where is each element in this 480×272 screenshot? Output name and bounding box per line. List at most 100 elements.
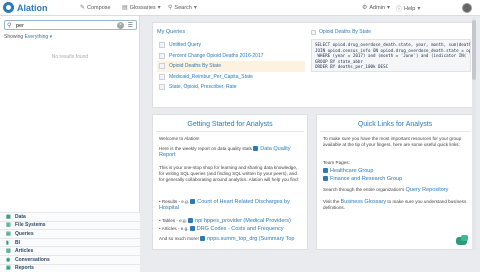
more-link[interactable]: npps.summ_top_drg (Summary Top [207,236,294,242]
top-navigation-bar: Alation ✎ Compose ▤ Glossaries ▾ ⚲ Searc… [0,0,480,16]
sidebar-item-file-systems[interactable]: ▥ File Systems [0,220,140,230]
bi-icon: ▮ [6,239,9,246]
search-icon: ⚲ [7,23,12,29]
no-results-message: No results found [51,54,89,60]
compose-icon: ✎ [80,5,86,11]
glossary-line: Visit the Business Glossary to make sure… [323,199,469,211]
more-line: And so much more! npps.summ_top_drg (Sum… [159,236,303,242]
chevron-down-icon: ▾ [193,5,197,11]
query-preview-title: Opioid Deaths By State [319,29,371,35]
file-systems-icon: ▥ [6,222,11,229]
glossary-icon: ▤ [122,5,128,11]
report-icon [253,146,259,152]
reports-icon: ▣ [6,265,11,272]
search-value: per [16,23,24,29]
glossaries-nav[interactable]: ▤ Glossaries ▾ [122,4,161,12]
sidebar-item-conversations[interactable]: ◉ Conversations [0,254,140,264]
search-org-text: Search through the entire organization's [323,187,405,192]
quick-links-card: Quick Links for Analysts To make sure yo… [316,114,474,250]
page-scrollbar[interactable] [472,18,476,250]
results-label: Results - e.g. [161,199,189,204]
sidebar-item-data[interactable]: ▦ Data [0,212,140,221]
getting-started-title: Getting Started for Analysts [187,121,273,128]
showing-filter-dropdown[interactable]: Everything [25,34,49,40]
query-label: State, Opioid, Prescriber, Rate [169,84,237,91]
user-avatar[interactable] [462,3,472,13]
query-item-selected[interactable]: Opioid Deaths By State [157,61,305,72]
finance-research-group-link[interactable]: Finance and Research Group [330,176,402,182]
weekly-report-text: Here is the weekly report on data qualit… [159,146,303,158]
search-nav[interactable]: ⚲ Search ▾ [168,4,197,12]
sidebar-item-bi[interactable]: ▮ BI [0,237,140,247]
query-item[interactable]: Percent Change Opioid Deaths 2016-2017 [157,51,305,62]
more-label: And so much more! [159,236,199,241]
chevron-down-icon: ▾ [386,5,390,11]
table-icon [200,236,206,242]
tables-label: Tables - e.g. [161,218,187,223]
articles-label: Articles - e.g. [161,226,189,231]
sidebar-item-reports[interactable]: ▣ Reports [0,263,140,272]
chevron-down-icon: ▾ [157,5,161,11]
sidebar-item-label: Reports [15,265,34,272]
table-icon [188,218,194,224]
quick-links-intro: To make sure you have the most important… [323,136,462,147]
glossaries-label: Glossaries [129,4,156,11]
conversations-icon: ◉ [6,256,11,263]
query-repository-link[interactable]: Query Repository [406,187,449,193]
help-nav[interactable]: ⓘ Help ▾ [396,4,421,14]
alation-logo[interactable]: Alation [3,2,48,13]
scrollbar-thumb[interactable] [472,20,476,80]
chat-icon[interactable] [456,235,468,245]
sidebar-nav: ▦ Data ▥ File Systems ▤ Queries ▮ BI ▧ Articl… [0,212,140,272]
search-options-icon[interactable]: ☰ [128,22,133,29]
query-label: Untitled Query [169,42,201,49]
article-icon [323,176,328,182]
query-label: Medicaid_Reimbur_Per_Capita_State [169,73,253,80]
help-label: Help [404,5,416,12]
welcome-text: Welcome to Alation! [159,136,200,141]
sidebar-item-label: Data [15,213,26,220]
query-item[interactable]: Medicaid_Reimbur_Per_Capita_State [157,72,305,83]
query-icon [159,73,165,80]
admin-label: Admin [369,4,385,11]
admin-nav[interactable]: ⚙ Admin ▾ [362,4,390,12]
query-item[interactable]: Untitled Query [157,40,305,51]
query-item[interactable]: State, Opioid, Prescriber, Rate [157,82,305,93]
query-label: Percent Change Opioid Deaths 2016-2017 [169,52,264,59]
gear-icon: ⚙ [362,5,368,11]
quick-links-title: Quick Links for Analysts [357,121,433,128]
query-label: Opioid Deaths By State [169,63,221,70]
sql-line: SELECT opiod.drug_overdose_death.state, … [315,42,471,47]
compose-nav[interactable]: ✎ Compose [80,4,111,12]
query-icon [311,29,316,35]
sidebar-item-queries[interactable]: ▤ Queries [0,229,140,238]
clear-search-icon[interactable]: × [117,22,124,29]
divider [156,131,304,132]
business-glossary-link[interactable]: Business Glossary [341,199,387,205]
query-preview-panel: Opioid Deaths By State SELECT opiod.drug… [311,29,471,107]
queries-icon: ▤ [6,230,11,237]
sidebar-item-label: BI [15,239,20,246]
tables-link[interactable]: npi hppes_provider (Medical Providers) [195,218,291,224]
sidebar-search-input[interactable]: ⚲ per × ☰ [4,20,137,30]
divider [320,131,470,132]
articles-link[interactable]: DRG Codes - Costs and Frequency [197,226,284,232]
team-link-row: Finance and Research Group [323,176,469,182]
sidebar-item-label: Conversations [15,256,50,263]
sidebar-item-articles[interactable]: ▧ Articles [0,246,140,255]
chevron-down-icon[interactable]: ▾ [50,34,53,40]
healthcare-group-link[interactable]: Healthcare Group [330,168,373,174]
query-preview-header[interactable]: Opioid Deaths By State [311,29,371,35]
getting-started-card: Getting Started for Analysts Welcome to … [152,114,308,250]
query-icon [159,52,165,59]
results-line: • Results - e.g. Count of Heart Related … [159,199,290,211]
article-icon [323,168,328,174]
compose-label: Compose [87,4,111,11]
query-icon [159,84,165,91]
chevron-down-icon: ▾ [417,6,421,12]
brand-name: Alation [17,2,48,13]
data-icon: ▦ [6,213,11,220]
article-icon [189,226,195,232]
alation-logo-icon [3,2,14,13]
team-link-row: Healthcare Group [323,168,469,174]
